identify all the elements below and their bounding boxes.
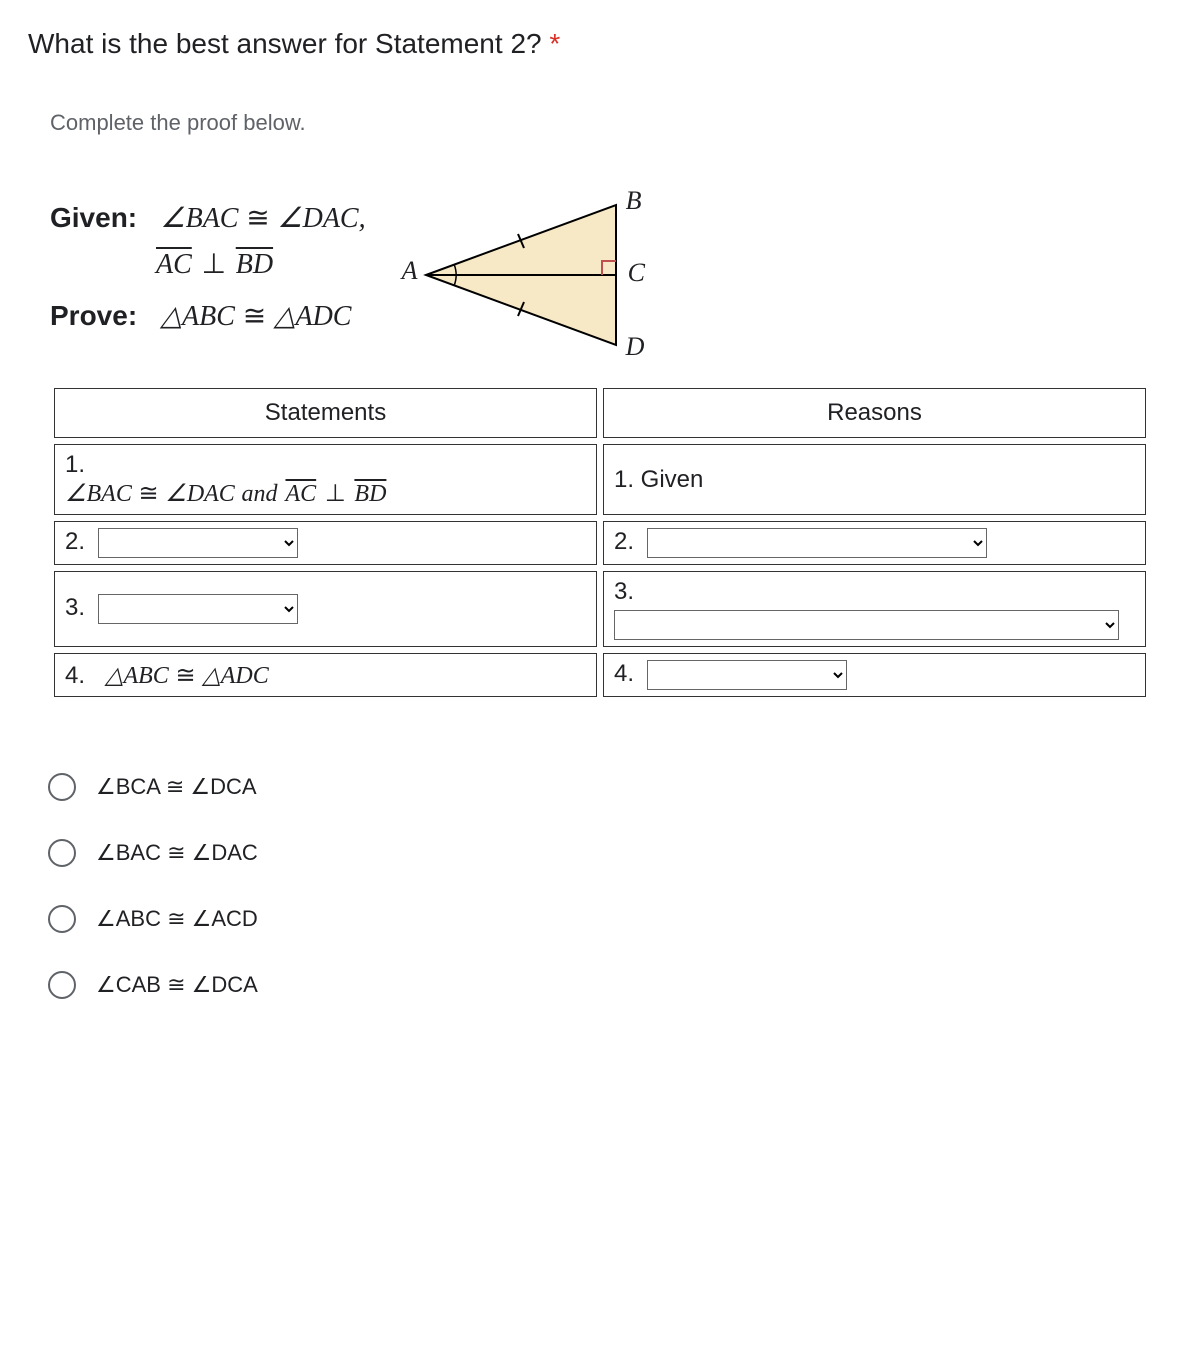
s1-and: and: [241, 481, 283, 507]
reason-1-text: 1. Given: [614, 466, 703, 493]
problem-block: Given: ∠BAC ≅ ∠DAC, AC ⊥ BD Prove: △ABC …: [50, 196, 1172, 360]
option-4[interactable]: ∠CAB ≅ ∠DCA: [48, 971, 1172, 999]
reason-1-cell: 1. Given: [603, 444, 1146, 515]
diagram-label-d: D: [626, 332, 645, 362]
required-asterisk: *: [549, 28, 560, 59]
statement-1-cell: 1. ∠BAC ≅ ∠DAC and AC ⊥ BD: [54, 444, 597, 515]
option-3-label: ∠ABC ≅ ∠ACD: [96, 906, 258, 932]
radio-icon: [48, 839, 76, 867]
s4-cong: ≅: [176, 662, 203, 689]
s1-seg-ac: AC: [283, 481, 318, 507]
diagram-label-a: A: [402, 256, 418, 286]
option-1-label: ∠BCA ≅ ∠DCA: [96, 774, 257, 800]
diagram-label-c: C: [628, 258, 645, 288]
reason-3-cell: 3.: [603, 571, 1146, 647]
diagram-label-b: B: [626, 186, 642, 216]
s1-angle-bac: ∠BAC: [65, 481, 132, 507]
s1-angle-dac: ∠DAC: [165, 481, 235, 507]
option-2[interactable]: ∠BAC ≅ ∠DAC: [48, 839, 1172, 867]
statements-header: Statements: [54, 388, 597, 438]
statement-3-num: 3.: [65, 594, 85, 621]
statement-3-cell: 3.: [54, 571, 597, 647]
s4-tri-adc: △ADC: [202, 663, 268, 689]
statement-3-select[interactable]: [98, 594, 298, 624]
congruent-symbol-2: ≅: [243, 300, 274, 331]
proof-table-wrap: Statements Reasons 1. ∠BAC ≅ ∠DAC and AC…: [48, 382, 1152, 703]
reason-2-num: 2.: [614, 528, 634, 555]
statement-4-num: 4.: [65, 662, 85, 689]
s4-tri-abc: △ABC: [105, 663, 169, 689]
perpendicular-symbol: ⊥: [202, 248, 234, 279]
answer-options: ∠BCA ≅ ∠DCA ∠BAC ≅ ∠DAC ∠ABC ≅ ∠ACD ∠CAB…: [48, 773, 1172, 999]
question-title: What is the best answer for Statement 2?…: [28, 28, 1172, 60]
option-3[interactable]: ∠ABC ≅ ∠ACD: [48, 905, 1172, 933]
radio-icon: [48, 905, 76, 933]
segment-bd: BD: [234, 249, 275, 280]
statement-2-cell: 2.: [54, 521, 597, 565]
reason-3-select[interactable]: [614, 610, 1119, 640]
s1-seg-bd: BD: [352, 481, 388, 507]
option-2-label: ∠BAC ≅ ∠DAC: [96, 840, 258, 866]
radio-icon: [48, 971, 76, 999]
s1-perp: ⊥: [325, 480, 353, 507]
question-title-text: What is the best answer for Statement 2?: [28, 28, 549, 59]
given-prove-text: Given: ∠BAC ≅ ∠DAC, AC ⊥ BD Prove: △ABC …: [50, 196, 366, 339]
congruent-symbol: ≅: [246, 202, 277, 233]
statement-2-select[interactable]: [98, 528, 298, 558]
reason-2-cell: 2.: [603, 521, 1146, 565]
reason-2-select[interactable]: [647, 528, 987, 558]
statement-2-num: 2.: [65, 528, 85, 555]
given-angle-dac: ∠DAC,: [278, 203, 366, 234]
prove-label: Prove:: [50, 300, 137, 331]
reason-4-num: 4.: [614, 660, 634, 687]
reason-3-num: 3.: [614, 578, 634, 605]
s1-cong: ≅: [139, 480, 166, 507]
reason-4-cell: 4.: [603, 653, 1146, 697]
proof-table: Statements Reasons 1. ∠BAC ≅ ∠DAC and AC…: [48, 382, 1152, 703]
reasons-header: Reasons: [603, 388, 1146, 438]
statement-4-cell: 4. △ABC ≅ △ADC: [54, 653, 597, 697]
triangle-diagram: A B C D: [406, 190, 666, 360]
option-1[interactable]: ∠BCA ≅ ∠DCA: [48, 773, 1172, 801]
reason-4-select[interactable]: [647, 660, 847, 690]
statement-1-num: 1.: [65, 451, 586, 479]
prove-triangle-abc: △ABC: [161, 301, 235, 332]
option-4-label: ∠CAB ≅ ∠DCA: [96, 972, 258, 998]
segment-ac: AC: [154, 249, 194, 280]
given-angle-bac: ∠BAC: [160, 203, 238, 234]
given-label: Given:: [50, 202, 137, 233]
question-subtitle: Complete the proof below.: [50, 110, 1172, 136]
radio-icon: [48, 773, 76, 801]
prove-triangle-adc: △ADC: [274, 301, 352, 332]
